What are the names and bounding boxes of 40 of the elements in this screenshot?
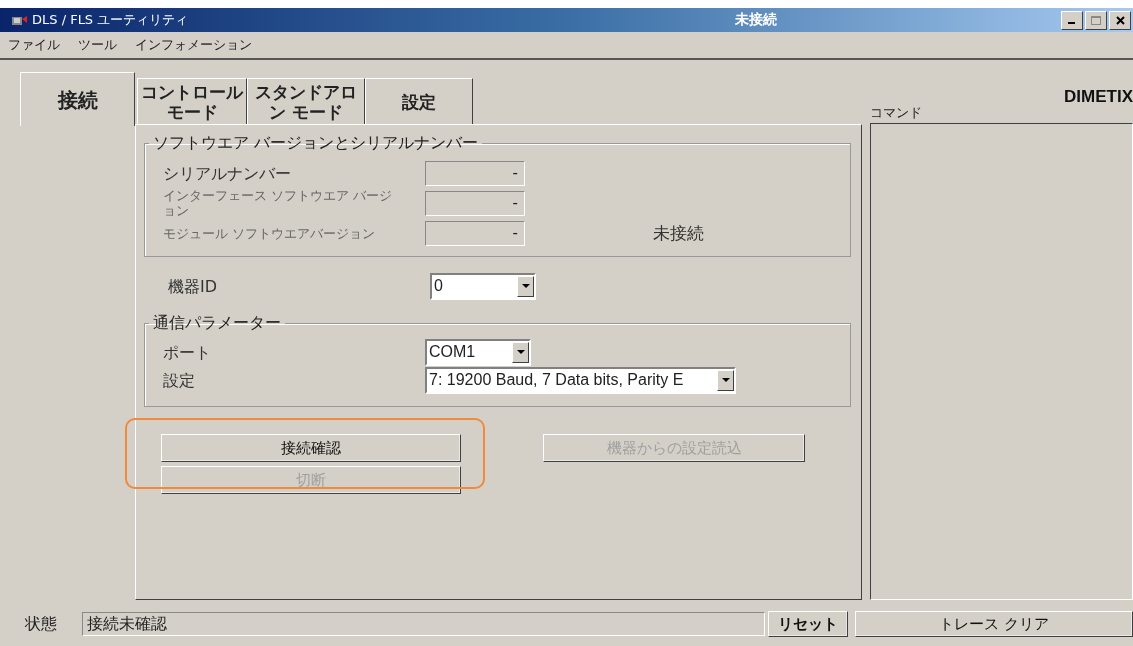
field-label: 機器ID (168, 278, 219, 294)
status-label: 状態 (25, 613, 58, 635)
window-title: DLS / FLS ユーティリティ (32, 11, 189, 29)
group-title: ソフトウエア バージョンとシリアルナンバー (152, 133, 480, 154)
dropdown[interactable]: 7: 19200 Baud, 7 Data bits, Parity E (425, 366, 736, 394)
tab[interactable]: コントロール モード (137, 78, 247, 124)
close-icon (1115, 15, 1125, 25)
tab[interactable]: 接続 (20, 72, 135, 126)
status-field: 接続未確認 (82, 612, 765, 636)
connection-status: 未接続 (653, 221, 704, 245)
minimize-button[interactable] (1061, 10, 1083, 30)
connection-status-title: 未接続 (735, 11, 777, 29)
logo: DIMETIX (1064, 87, 1133, 107)
action-button[interactable]: 接続確認 (161, 434, 461, 462)
readonly-field: - (425, 190, 525, 216)
tab[interactable]: スタンドアロ ン モード (247, 78, 365, 124)
dropdown-arrow-icon (521, 284, 530, 288)
reset-button[interactable]: リセット (768, 611, 848, 637)
dropdown-arrow-icon (516, 350, 525, 354)
dropdown-arrow-icon (721, 378, 730, 382)
group-title: 通信パラメーター (152, 313, 282, 334)
close-button[interactable] (1109, 10, 1131, 30)
field-label: シリアルナンバー (163, 165, 292, 181)
menu-item[interactable]: インフォメーション (135, 36, 252, 54)
dropdown[interactable]: COM1 (425, 338, 531, 366)
app-icon (12, 14, 28, 26)
command-label: コマンド (870, 104, 922, 122)
readonly-field: - (425, 160, 525, 186)
menu-item[interactable]: ツール (78, 36, 117, 54)
field-label: インターフェース ソフトウエア バージョン (163, 188, 394, 218)
device-id-dropdown[interactable]: 0 (430, 272, 536, 300)
maximize-icon (1091, 15, 1101, 25)
field-label: モジュール ソフトウエアバージョン (163, 225, 377, 241)
field-label: 設定 (163, 372, 196, 388)
tab[interactable]: 設定 (365, 78, 473, 124)
menu-item[interactable]: ファイル (8, 36, 60, 54)
readonly-field: - (425, 220, 525, 246)
field-label: ポート (163, 344, 212, 360)
trace-clear-button[interactable]: トレース クリア (855, 611, 1133, 637)
maximize-button[interactable] (1085, 10, 1107, 30)
